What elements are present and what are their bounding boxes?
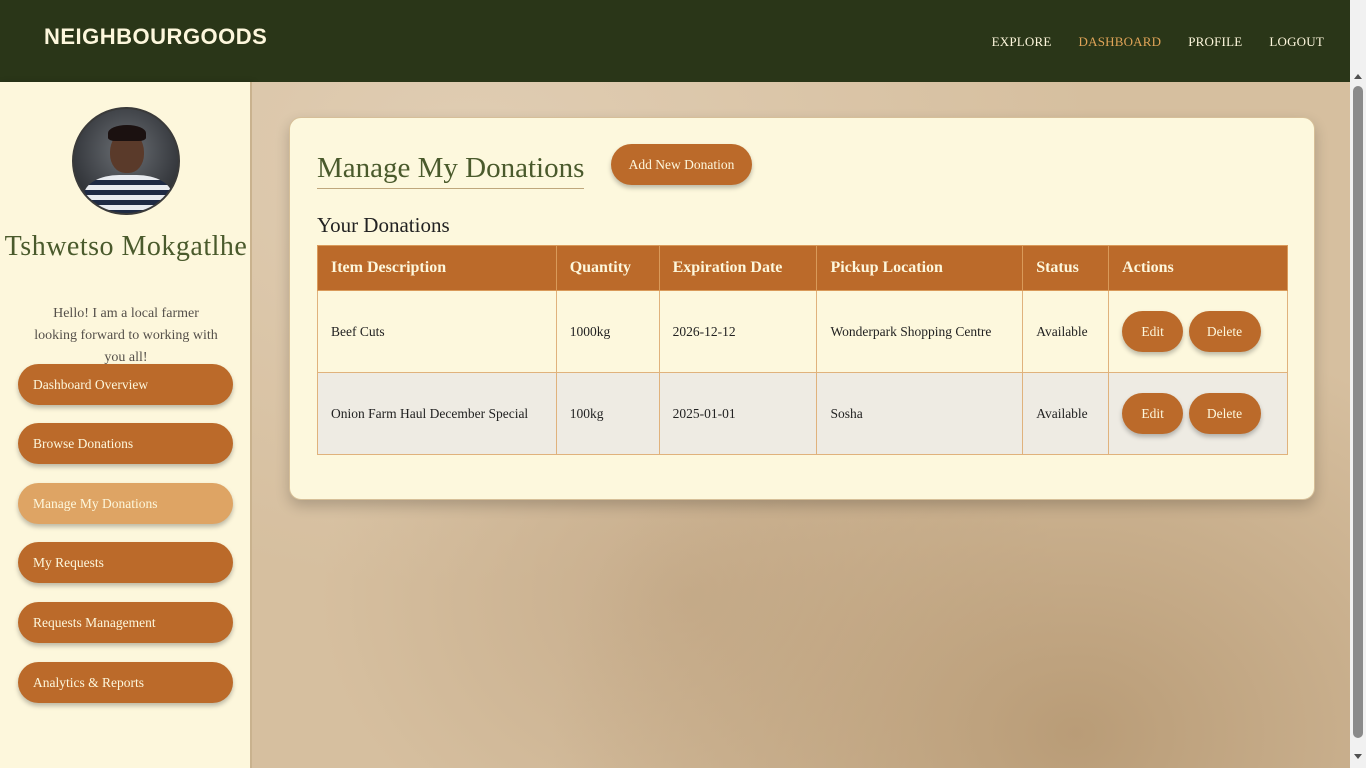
- page-scrollbar[interactable]: [1350, 0, 1366, 768]
- cell-status: Available: [1022, 290, 1110, 373]
- section-title: Your Donations: [317, 213, 450, 237]
- brand-logo[interactable]: NEIGHBOURGOODS: [44, 24, 267, 50]
- delete-button[interactable]: Delete: [1188, 393, 1261, 434]
- cell-description: Onion Farm Haul December Special: [317, 372, 557, 455]
- column-header-quantity: Quantity: [555, 245, 660, 291]
- nav-dashboard[interactable]: DASHBOARD: [1079, 34, 1162, 50]
- sidebar-item-dashboard-overview[interactable]: Dashboard Overview: [18, 364, 233, 405]
- scroll-up-arrow-icon[interactable]: [1350, 68, 1366, 84]
- profile-name: Tshwetso Mokgatlhe: [4, 231, 248, 262]
- main-content: Manage My Donations Add New Donation You…: [252, 82, 1350, 768]
- donations-table: Item Description Quantity Expiration Dat…: [317, 245, 1288, 455]
- table-row: Onion Farm Haul December Special 100kg 2…: [317, 372, 1288, 455]
- table-row: Beef Cuts 1000kg 2026-12-12 Wonderpark S…: [317, 290, 1288, 373]
- sidebar-item-requests-management[interactable]: Requests Management: [18, 602, 233, 643]
- cell-expiration: 2025-01-01: [658, 372, 818, 455]
- edit-button[interactable]: Edit: [1122, 393, 1184, 434]
- cell-actions: Edit Delete: [1108, 372, 1288, 455]
- nav-logout[interactable]: LOGOUT: [1269, 34, 1324, 50]
- add-new-donation-button[interactable]: Add New Donation: [611, 144, 752, 185]
- cell-location: Wonderpark Shopping Centre: [816, 290, 1024, 373]
- column-header-pickup-location: Pickup Location: [816, 245, 1024, 291]
- main-nav: EXPLORE DASHBOARD PROFILE LOGOUT: [992, 34, 1324, 50]
- scroll-down-arrow-icon[interactable]: [1350, 748, 1366, 764]
- cell-location: Sosha: [816, 372, 1024, 455]
- cell-quantity: 100kg: [555, 372, 660, 455]
- edit-button[interactable]: Edit: [1122, 311, 1184, 352]
- sidebar-item-browse-donations[interactable]: Browse Donations: [18, 423, 233, 464]
- table-header-row: Item Description Quantity Expiration Dat…: [317, 245, 1288, 291]
- column-header-expiration-date: Expiration Date: [658, 245, 818, 291]
- sidebar-item-analytics-reports[interactable]: Analytics & Reports: [18, 662, 233, 703]
- sidebar-item-my-requests[interactable]: My Requests: [18, 542, 233, 583]
- cell-quantity: 1000kg: [555, 290, 660, 373]
- cell-description: Beef Cuts: [317, 290, 557, 373]
- profile-bio: Hello! I am a local farmer looking forwa…: [34, 306, 218, 365]
- cell-actions: Edit Delete: [1108, 290, 1288, 373]
- column-header-item-description: Item Description: [317, 245, 557, 291]
- nav-explore[interactable]: EXPLORE: [992, 34, 1052, 50]
- cell-status: Available: [1022, 372, 1110, 455]
- sidebar-item-manage-my-donations[interactable]: Manage My Donations: [18, 483, 233, 524]
- scrollbar-thumb[interactable]: [1353, 86, 1363, 738]
- avatar: [72, 107, 180, 215]
- sidebar: Tshwetso Mokgatlhe Hello! I am a local f…: [0, 82, 252, 768]
- top-navbar: NEIGHBOURGOODS EXPLORE DASHBOARD PROFILE…: [0, 0, 1350, 82]
- cell-expiration: 2026-12-12: [658, 290, 818, 373]
- delete-button[interactable]: Delete: [1188, 311, 1261, 352]
- donations-card: Manage My Donations Add New Donation You…: [289, 117, 1315, 500]
- column-header-status: Status: [1022, 245, 1110, 291]
- page-title: Manage My Donations: [317, 152, 585, 189]
- nav-profile[interactable]: PROFILE: [1188, 34, 1242, 50]
- column-header-actions: Actions: [1108, 245, 1288, 291]
